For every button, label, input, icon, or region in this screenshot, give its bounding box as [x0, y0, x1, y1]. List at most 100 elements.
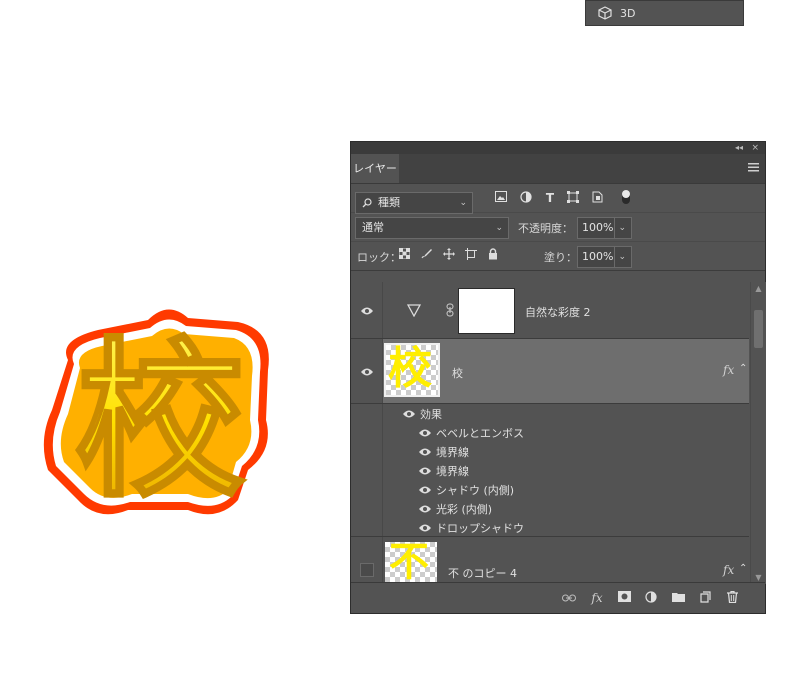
- visibility-column: [351, 537, 383, 584]
- layer-thumbnail[interactable]: 校: [384, 343, 440, 397]
- effect-label: シャドウ (内側): [436, 484, 515, 497]
- effect-label: ドロップシャドウ: [436, 522, 524, 535]
- panel-titlebar: ◂◂ ×: [351, 142, 765, 154]
- effect-label: 光彩 (内側): [436, 503, 493, 516]
- 3d-label: 3D: [620, 6, 636, 20]
- layer-name: 自然な彩度 2: [525, 306, 591, 319]
- opacity-value: 100%: [582, 221, 614, 234]
- adjustment-filter-icon[interactable]: [519, 191, 533, 205]
- eye-icon[interactable]: [402, 409, 416, 419]
- eye-icon[interactable]: [418, 523, 432, 533]
- adjustment-layer-icon[interactable]: [644, 591, 658, 605]
- layer-row[interactable]: 自然な彩度 2: [351, 282, 749, 339]
- panel-menu-icon[interactable]: [748, 163, 759, 172]
- blend-mode-select[interactable]: 通常 ⌄: [355, 217, 509, 239]
- opacity-field[interactable]: 100% ⌄: [577, 217, 632, 239]
- fill-value: 100%: [582, 250, 614, 263]
- effects-header-row[interactable]: 効果: [382, 404, 749, 423]
- type-filter-icon[interactable]: T: [543, 191, 557, 205]
- delete-layer-icon[interactable]: [725, 590, 739, 605]
- chevron-down-icon: ⌄: [459, 198, 467, 208]
- effect-item[interactable]: 境界線: [382, 442, 749, 461]
- fx-badge[interactable]: fx: [723, 363, 734, 377]
- layers-scrollbar[interactable]: ▲ ▼: [750, 282, 766, 584]
- scrollbar-thumb[interactable]: [754, 310, 763, 348]
- opacity-dropdown-icon[interactable]: ⌄: [614, 218, 626, 238]
- lock-label: ロック：: [357, 251, 401, 264]
- eye-icon[interactable]: [360, 367, 374, 377]
- image-filter-icon[interactable]: [494, 191, 508, 205]
- new-group-icon[interactable]: [671, 591, 685, 605]
- eye-icon[interactable]: [418, 466, 432, 476]
- new-layer-icon[interactable]: [698, 591, 712, 605]
- effect-item[interactable]: シャドウ (内側): [382, 480, 749, 499]
- visibility-column: [351, 404, 383, 536]
- fill-dropdown-icon[interactable]: ⌄: [614, 247, 626, 267]
- effect-label: 境界線: [436, 465, 469, 478]
- chevron-up-icon[interactable]: ⌃: [739, 563, 747, 574]
- blend-row: 通常 ⌄ 不透明度： 100% ⌄: [351, 213, 765, 242]
- scroll-up-icon[interactable]: ▲: [751, 284, 766, 293]
- chevron-up-icon[interactable]: ⌃: [739, 363, 747, 374]
- eye-icon[interactable]: [418, 428, 432, 438]
- close-panel-button[interactable]: ×: [751, 142, 759, 154]
- effects-list: 効果 ベベルとエンボス 境界線 境界線 シャドウ (内側) 光彩 (内側) ドロ…: [351, 404, 749, 537]
- effect-item[interactable]: ドロップシャドウ: [382, 518, 749, 537]
- thumbnail-glyph: 校: [388, 343, 432, 394]
- artwork-glyph: 校: [75, 323, 245, 521]
- lock-image-pixels-icon[interactable]: [419, 248, 433, 262]
- effects-header-label: 効果: [420, 408, 442, 421]
- layers-list: 自然な彩度 2 校 校 fx ⌃ 効果 ベベルとエンボス 境界線 境界線 シャド…: [351, 282, 749, 584]
- fill-label: 塗り：: [544, 251, 577, 264]
- eye-icon[interactable]: [418, 504, 432, 514]
- effect-item[interactable]: ベベルとエンボス: [382, 423, 749, 442]
- 3d-panel-button[interactable]: 3D: [585, 0, 744, 26]
- effect-item[interactable]: 光彩 (内側): [382, 499, 749, 518]
- add-mask-icon[interactable]: [617, 591, 631, 605]
- layers-panel: ◂◂ × レイヤー 種類 ⌄ T 通常 ⌄ 不透明度： 100% ⌄ ロック： …: [350, 141, 766, 614]
- effect-label: ベベルとエンボス: [436, 427, 524, 440]
- eye-icon[interactable]: [360, 306, 374, 316]
- scroll-down-icon[interactable]: ▼: [751, 573, 766, 582]
- smartobject-filter-icon[interactable]: [590, 191, 604, 205]
- cube-icon: [598, 6, 612, 20]
- layer-row[interactable]: 不 不 のコピー 4 fx ⌃: [351, 537, 749, 584]
- lock-position-icon[interactable]: [442, 248, 456, 262]
- tab-layers[interactable]: レイヤー: [351, 154, 399, 183]
- eye-icon[interactable]: [418, 485, 432, 495]
- effect-label: 境界線: [436, 446, 469, 459]
- fill-field[interactable]: 100% ⌄: [577, 246, 632, 268]
- filter-kind-select[interactable]: 種類 ⌄: [355, 192, 473, 214]
- panel-bottom-toolbar: fx: [351, 582, 765, 613]
- lock-artboard-icon[interactable]: [464, 248, 478, 262]
- collapse-panel-button[interactable]: ◂◂: [735, 142, 743, 154]
- visibility-column: [351, 339, 383, 403]
- eye-icon[interactable]: [418, 447, 432, 457]
- adjustment-vibrance-icon: [407, 304, 421, 317]
- fx-badge[interactable]: fx: [723, 563, 734, 577]
- layer-thumbnail[interactable]: 不: [385, 542, 437, 584]
- panel-tab-row: レイヤー: [351, 154, 765, 184]
- search-icon: [362, 198, 372, 208]
- chevron-down-icon: ⌄: [495, 223, 503, 233]
- lock-row: ロック： 塗り： 100% ⌄: [351, 242, 765, 271]
- layer-row-selected[interactable]: 校 校 fx ⌃: [351, 339, 749, 404]
- visibility-toggle-empty[interactable]: [360, 563, 374, 577]
- opacity-label: 不透明度：: [518, 222, 573, 235]
- blend-mode-value: 通常: [362, 221, 384, 234]
- link-layers-icon[interactable]: [562, 591, 576, 605]
- filter-kind-label: 種類: [378, 196, 400, 209]
- shape-filter-icon[interactable]: [566, 191, 580, 205]
- visibility-column: [351, 282, 383, 338]
- canvas-artwork: 校: [43, 309, 269, 522]
- lock-transparent-pixels-icon[interactable]: [397, 247, 411, 262]
- mask-link-icon[interactable]: [446, 303, 454, 317]
- effect-item[interactable]: 境界線: [382, 461, 749, 480]
- thumbnail-glyph: 不: [389, 542, 429, 584]
- layer-mask-thumbnail[interactable]: [458, 288, 515, 334]
- layer-name: 校: [452, 367, 463, 380]
- add-layer-style-icon[interactable]: fx: [590, 591, 604, 605]
- lock-all-icon[interactable]: [486, 248, 500, 262]
- filter-toggle-switch[interactable]: [622, 190, 630, 204]
- filter-row: 種類 ⌄ T: [351, 184, 765, 214]
